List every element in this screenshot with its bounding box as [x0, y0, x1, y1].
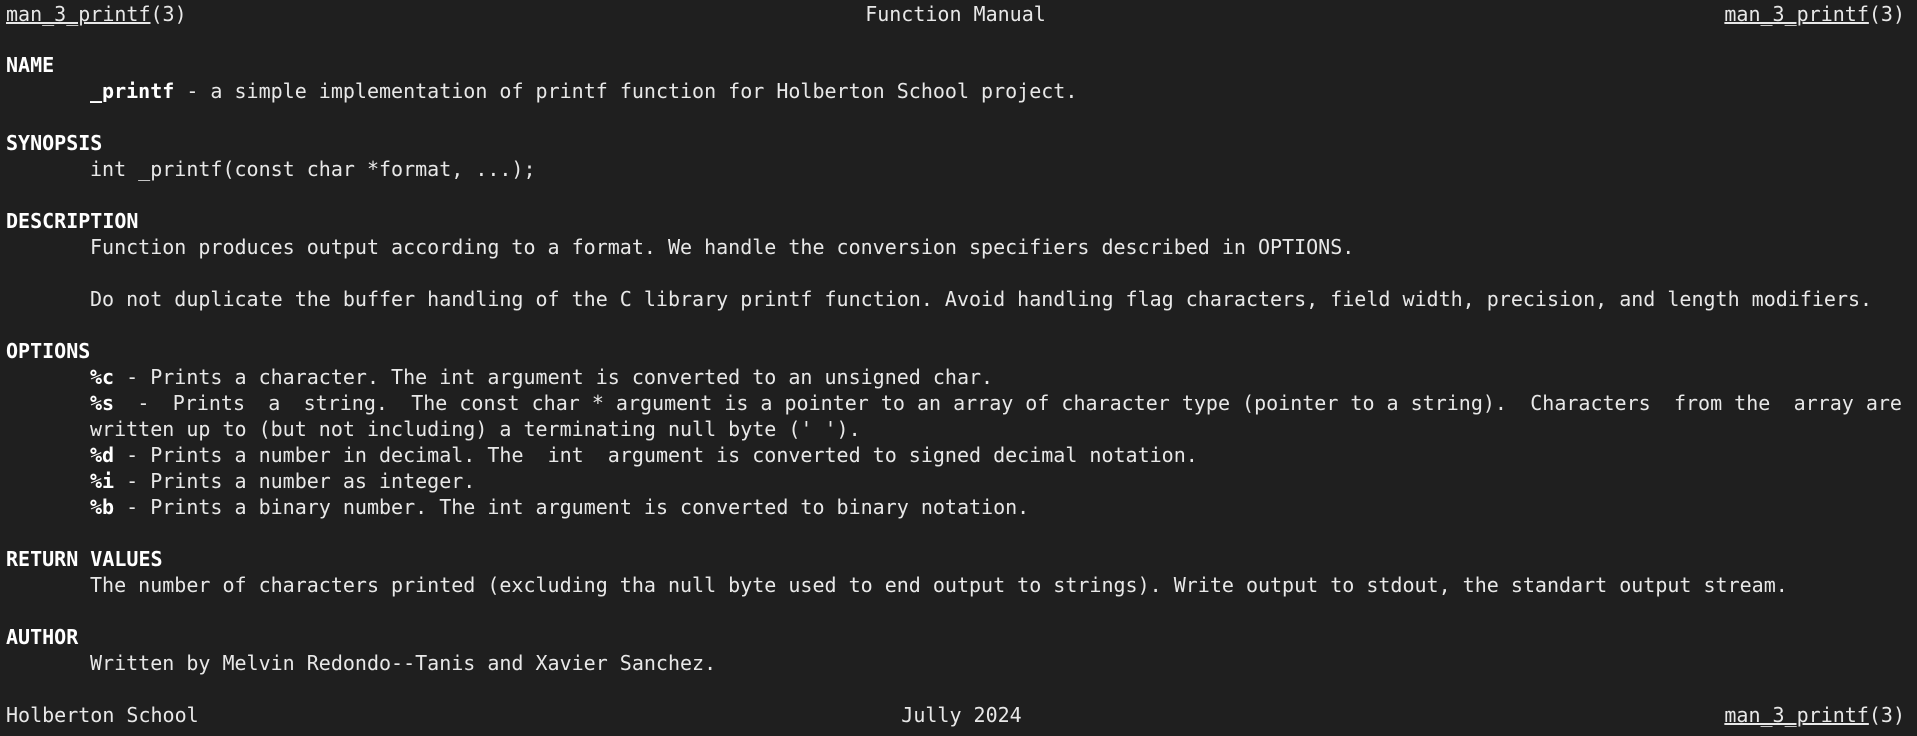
option-d-flag: %d: [90, 443, 115, 467]
section-description-heading: DESCRIPTION: [6, 209, 139, 233]
option-s-part: Characters: [1530, 391, 1651, 415]
section-return-values-heading: RETURN VALUES: [6, 547, 163, 571]
header-center: Function Manual: [865, 2, 1046, 26]
option-s-part: Prints: [172, 391, 245, 415]
option-i-flag: %i: [90, 469, 115, 493]
header-right: man_3_printf(3): [1724, 1, 1905, 27]
header-right-section: (3): [1868, 2, 1905, 26]
man-footer: Holberton School Jully 2024 man_3_printf…: [6, 702, 1905, 728]
option-b: %b - Prints a binary number. The int arg…: [90, 494, 1029, 520]
section-options-heading: OPTIONS: [6, 339, 91, 363]
option-s-part: a: [268, 391, 281, 415]
description-paragraph-2: Do not duplicate the buffer handling of …: [90, 287, 1873, 311]
section-author-heading: AUTHOR: [6, 625, 79, 649]
description-paragraph-1: Function produces output according to a …: [90, 235, 1355, 259]
option-d: %d - Prints a number in decimal. The int…: [90, 442, 1198, 468]
footer-right-title: man_3_printf: [1724, 703, 1869, 727]
name-line: _printf - a simple implementation of pri…: [90, 78, 1917, 104]
header-left: man_3_printf(3): [6, 1, 187, 27]
option-c: %c - Prints a character. The int argumen…: [90, 364, 993, 390]
option-s-continuation: written up to (but not including) a term…: [90, 417, 861, 441]
option-b-flag: %b: [90, 495, 115, 519]
return-values-text: The number of characters printed (exclud…: [90, 573, 1788, 597]
footer-center: Jully 2024: [901, 703, 1022, 727]
footer-right-section: (3): [1868, 703, 1905, 727]
option-s: %s - Prints a string. The const char * a…: [90, 390, 1902, 416]
footer-left: Holberton School: [6, 703, 199, 727]
name-description: - a simple implementation of printf func…: [174, 79, 1078, 103]
option-s-part: from the: [1673, 391, 1771, 415]
section-name-heading: NAME: [6, 53, 55, 77]
man-header: man_3_printf(3) Function Manual man_3_pr…: [6, 1, 1905, 27]
option-i-text: - Prints a number as integer.: [114, 469, 476, 493]
header-left-title: man_3_printf: [6, 2, 151, 26]
synopsis-text: int _printf(const char *format, ...);: [90, 157, 536, 181]
option-s-part: -: [137, 391, 150, 415]
option-s-part: array are: [1793, 391, 1902, 415]
function-name: _printf: [90, 79, 175, 103]
section-synopsis-heading: SYNOPSIS: [6, 131, 103, 155]
header-right-title: man_3_printf: [1724, 2, 1869, 26]
option-i: %i - Prints a number as integer.: [90, 468, 475, 494]
option-d-text: - Prints a number in decimal. The int ar…: [114, 443, 1198, 467]
option-c-text: - Prints a character. The int argument i…: [114, 365, 994, 389]
option-s-flag: %s: [90, 391, 115, 415]
header-left-section: (3): [150, 2, 187, 26]
option-s-part: string.: [303, 391, 388, 415]
footer-right: man_3_printf(3): [1724, 702, 1905, 728]
author-text: Written by Melvin Redondo--Tanis and Xav…: [90, 651, 717, 675]
option-b-text: - Prints a binary number. The int argume…: [114, 495, 1030, 519]
option-c-flag: %c: [90, 365, 115, 389]
option-s-part: The const char * argument is a pointer t…: [411, 391, 1507, 415]
